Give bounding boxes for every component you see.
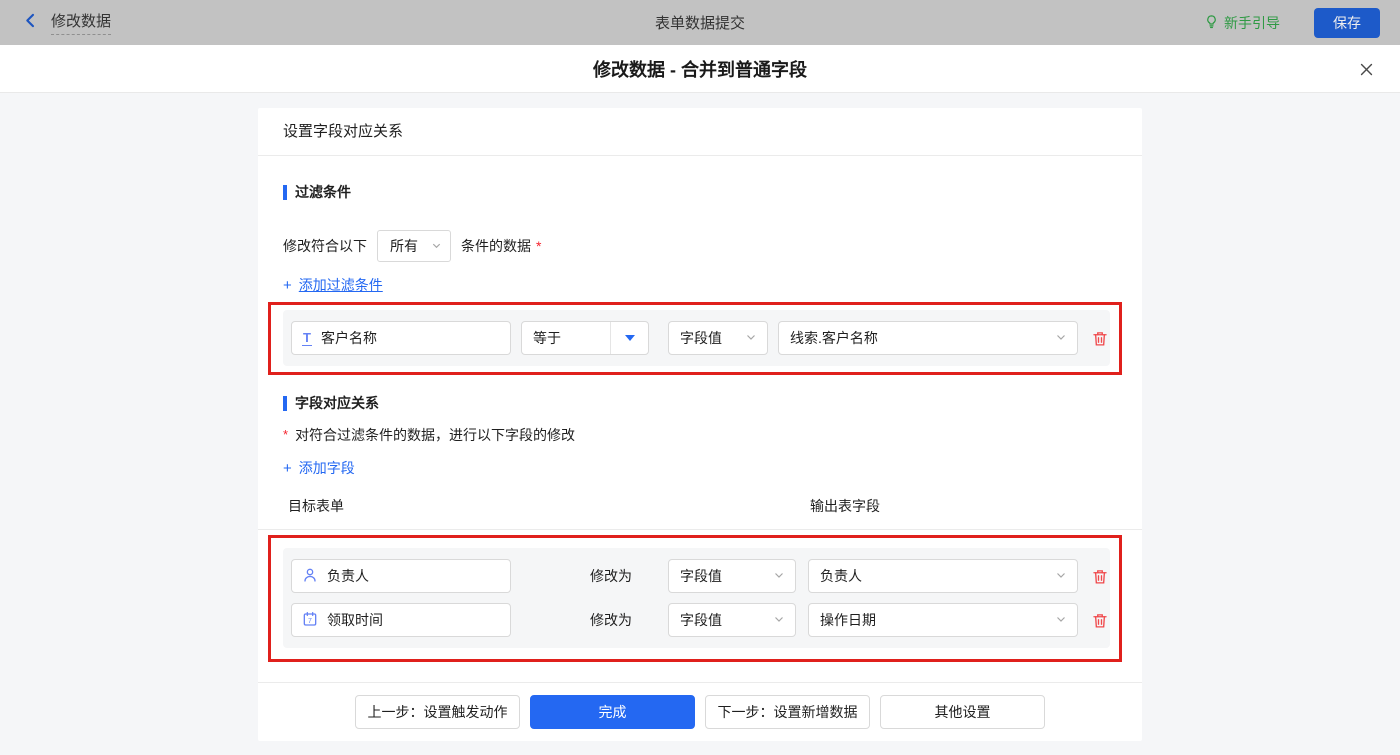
value-type-select[interactable]: 字段值	[668, 321, 768, 355]
chevron-down-icon	[773, 568, 785, 584]
back-button[interactable]	[22, 12, 39, 34]
delete-trash-icon[interactable]	[1091, 567, 1109, 586]
chevron-down-icon	[773, 612, 785, 628]
output-field-select[interactable]: 负责人	[808, 559, 1078, 593]
condition-suffix: 条件的数据	[461, 238, 531, 254]
triangle-down-icon	[624, 335, 635, 341]
close-icon[interactable]	[1356, 59, 1376, 79]
add-field-link[interactable]: + 添加字段	[283, 458, 355, 478]
required-asterisk: *	[283, 427, 289, 442]
beginner-guide-link[interactable]: 新手引导	[1204, 13, 1280, 33]
value-type-select[interactable]: 字段值	[668, 559, 796, 593]
save-button[interactable]: 保存	[1314, 7, 1380, 38]
add-filter-condition-link[interactable]: + 添加过滤条件	[283, 275, 383, 295]
dialog-footer: 上一步：设置触发动作 完成 下一步：设置新增数据 其他设置	[258, 682, 1142, 741]
section-marker	[283, 184, 287, 200]
chevron-down-icon	[431, 238, 442, 254]
modify-to-label: 修改为	[590, 612, 632, 628]
annotation-highlight-mapping: 负责人 修改为 字段值 负责人 7 领取时间 修改为 字段值 操作日期	[268, 535, 1122, 662]
dialog-header: 修改数据 - 合并到普通字段	[0, 45, 1400, 93]
modify-to-label: 修改为	[590, 568, 632, 584]
required-asterisk: *	[536, 238, 542, 254]
dialog-title: 修改数据 - 合并到普通字段	[593, 59, 807, 80]
column-header-target: 目标表单	[288, 498, 344, 514]
filter-field-input[interactable]: T 客户名称	[291, 321, 511, 355]
chevron-down-icon	[745, 330, 757, 346]
condition-sentence: 修改符合以下 所有 条件的数据 *	[283, 230, 1142, 262]
next-step-button[interactable]: 下一步：设置新增数据	[705, 695, 870, 729]
plus-icon: +	[283, 276, 292, 294]
calendar-icon: 7	[302, 611, 318, 630]
card-header-title: 设置字段对应关系	[258, 108, 1142, 156]
column-header-output: 输出表字段	[810, 498, 880, 514]
output-field-select[interactable]: 操作日期	[808, 603, 1078, 637]
mapping-row: 负责人 修改为 字段值 负责人	[291, 559, 1110, 593]
page-title: 表单数据提交	[654, 15, 745, 32]
chevron-down-icon	[1055, 330, 1067, 346]
done-button[interactable]: 完成	[530, 695, 695, 729]
mapping-rows-panel: 负责人 修改为 字段值 负责人 7 领取时间 修改为 字段值 操作日期	[283, 548, 1110, 648]
mapping-row: 7 领取时间 修改为 字段值 操作日期	[291, 603, 1110, 637]
chevron-down-icon	[1055, 612, 1067, 628]
filter-rows-panel: T 客户名称 等于 字段值 线索.客户名称	[283, 310, 1110, 366]
other-settings-button[interactable]: 其他设置	[880, 695, 1045, 729]
target-field-input[interactable]: 负责人	[291, 559, 511, 593]
chevron-left-icon	[22, 12, 39, 34]
mapping-column-headers: 目标表单 输出表字段	[258, 496, 1142, 530]
operator-select[interactable]: 等于	[521, 321, 649, 355]
user-icon	[302, 567, 318, 586]
text-field-icon: T	[302, 329, 312, 346]
value-select[interactable]: 线索.客户名称	[778, 321, 1078, 355]
mapping-section-title: 字段对应关系	[283, 393, 1142, 413]
breadcrumb-current[interactable]: 修改数据	[51, 10, 112, 35]
delete-trash-icon[interactable]	[1091, 611, 1109, 630]
section-marker	[283, 395, 287, 411]
prev-step-button[interactable]: 上一步：设置触发动作	[355, 695, 520, 729]
chevron-down-icon	[1055, 568, 1067, 584]
filter-section-title: 过滤条件	[283, 182, 1142, 202]
delete-trash-icon[interactable]	[1091, 329, 1109, 348]
annotation-highlight-filter: T 客户名称 等于 字段值 线索.客户名称	[268, 302, 1122, 375]
plus-icon: +	[283, 459, 292, 477]
condition-logic-select[interactable]: 所有	[377, 230, 451, 262]
condition-prefix: 修改符合以下	[283, 238, 367, 254]
dialog-body: 设置字段对应关系 过滤条件 修改符合以下 所有 条件的数据 * + 添加过滤条件	[0, 93, 1400, 755]
mapping-description: * 对符合过滤条件的数据，进行以下字段的修改	[283, 427, 576, 443]
dropdown-arrow-button[interactable]	[610, 322, 648, 354]
beginner-guide-label: 新手引导	[1224, 14, 1280, 31]
filter-row: T 客户名称 等于 字段值 线索.客户名称	[291, 321, 1110, 355]
settings-card: 设置字段对应关系 过滤条件 修改符合以下 所有 条件的数据 * + 添加过滤条件	[258, 108, 1142, 741]
lightbulb-icon	[1204, 14, 1219, 32]
target-field-input[interactable]: 7 领取时间	[291, 603, 511, 637]
top-bar: 表单数据提交 修改数据 新手引导 保存	[0, 0, 1400, 45]
svg-text:7: 7	[308, 618, 312, 625]
value-type-select[interactable]: 字段值	[668, 603, 796, 637]
